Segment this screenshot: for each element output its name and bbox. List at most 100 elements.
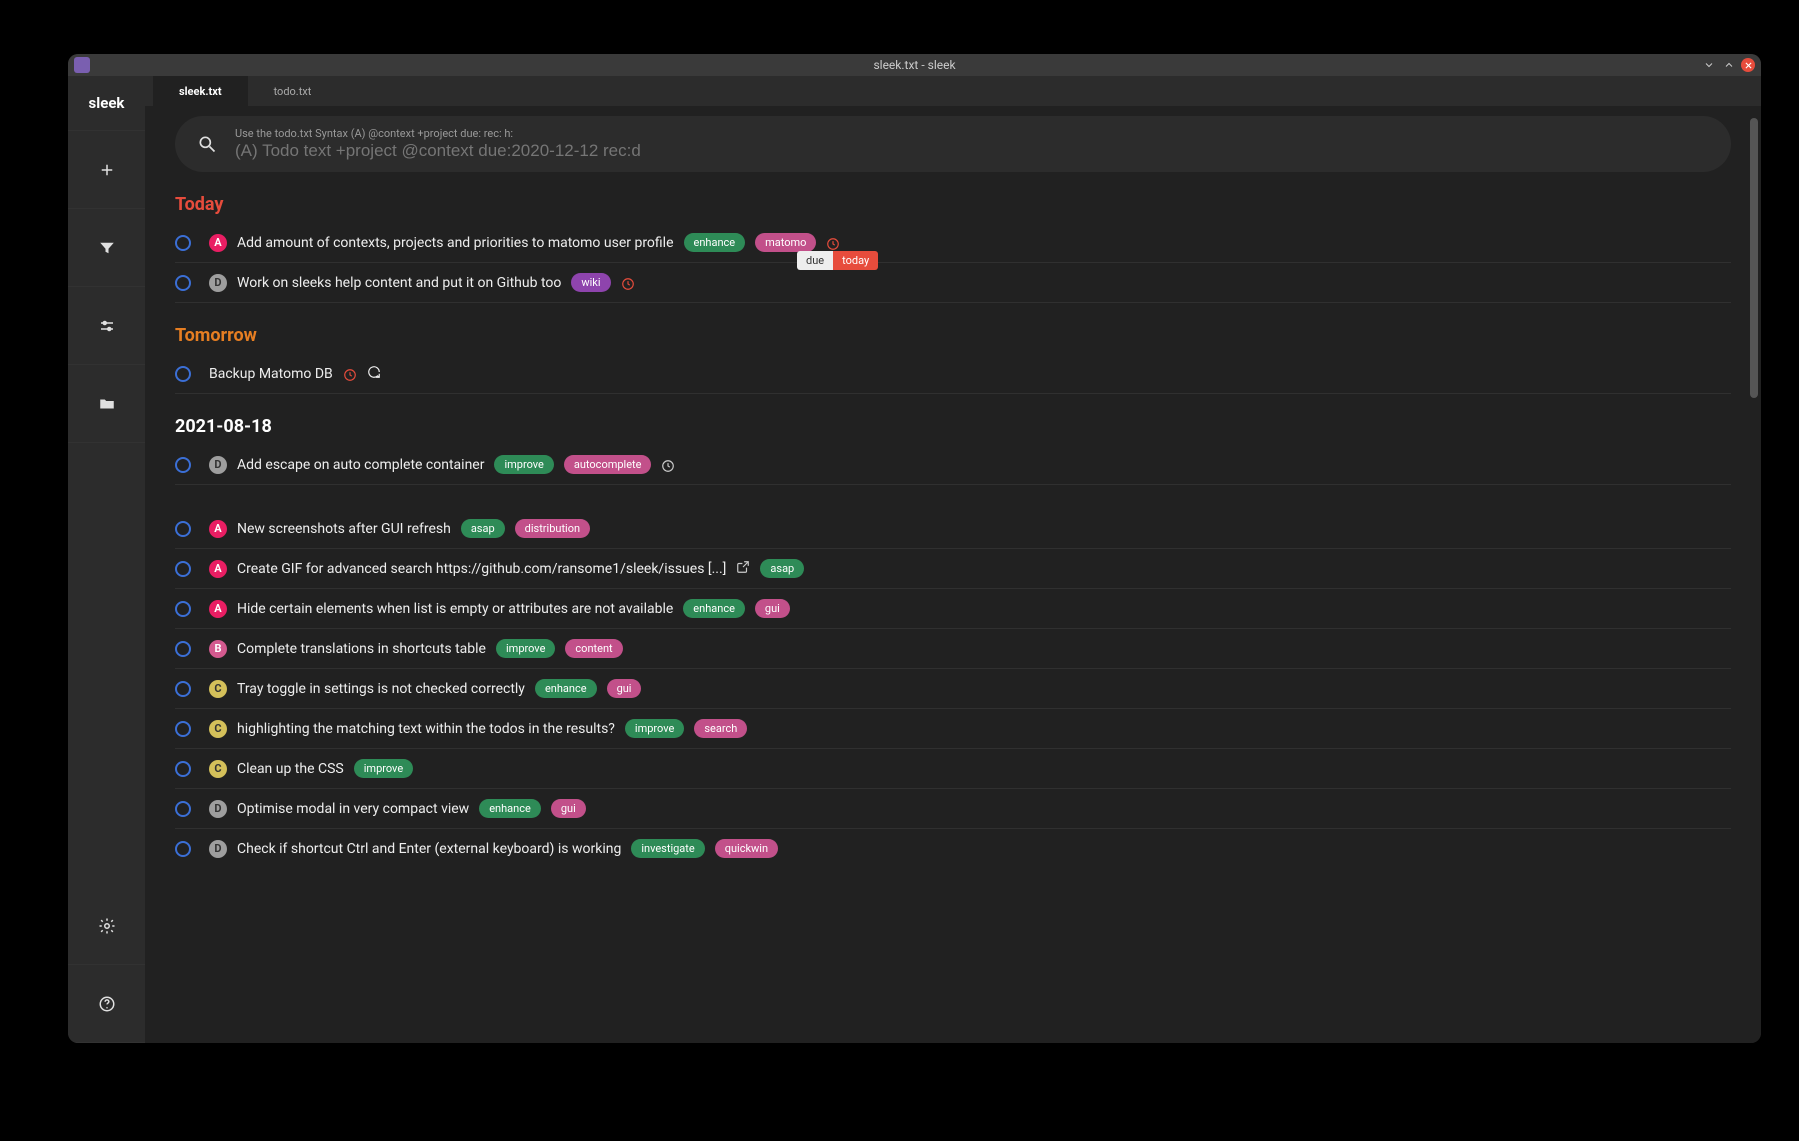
todo-row[interactable]: A Hide certain elements when list is emp… [175,589,1731,629]
tag[interactable]: distribution [515,519,590,538]
tag[interactable]: matomo [755,233,816,252]
tag[interactable]: improve [496,639,555,658]
tag[interactable]: quickwin [715,839,778,858]
todo-row[interactable]: D Check if shortcut Ctrl and Enter (exte… [175,829,1731,868]
tag[interactable]: asap [760,559,804,578]
priority-badge: A [209,520,227,538]
due-tooltip-label: due [797,251,833,270]
todo-row[interactable]: A Create GIF for advanced search https:/… [175,549,1731,589]
due-icon [343,367,357,381]
todo-checkbox[interactable] [175,457,191,473]
tag[interactable]: investigate [631,839,704,858]
todo-checkbox[interactable] [175,801,191,817]
maximize-button[interactable] [1721,57,1737,73]
help-icon [98,995,116,1013]
scrollbar[interactable] [1750,118,1758,1040]
app-logo: sleek [68,76,145,131]
section-tomorrow: Tomorrow [175,325,1731,346]
todo-row[interactable]: D Optimise modal in very compact view en… [175,789,1731,829]
folder-icon [98,395,116,413]
search-input[interactable] [235,141,1035,161]
priority-badge: B [209,640,227,658]
settings-button[interactable] [68,887,145,965]
main-panel: sleek.txt todo.txt Use the todo.txt Synt… [145,76,1761,1043]
search-bar[interactable]: Use the todo.txt Syntax (A) @context +pr… [175,116,1731,172]
todo-text: Clean up the CSS [237,761,344,777]
todo-text: Hide certain elements when list is empty… [237,601,673,617]
plus-icon [98,161,116,179]
tag[interactable]: improve [625,719,684,738]
todo-text: Add escape on auto complete container [237,457,484,473]
tag[interactable]: wiki [571,273,610,292]
tag[interactable]: content [565,639,622,658]
tag[interactable]: gui [607,679,642,698]
todo-text: Complete translations in shortcuts table [237,641,486,657]
todo-text: highlighting the matching text within th… [237,721,615,737]
todo-text: Add amount of contexts, projects and pri… [237,235,674,251]
todo-text: Check if shortcut Ctrl and Enter (extern… [237,841,621,857]
minimize-button[interactable] [1701,57,1717,73]
external-link-icon[interactable] [736,559,750,578]
tag[interactable]: autocomplete [564,455,652,474]
view-button[interactable] [68,287,145,365]
todo-checkbox[interactable] [175,521,191,537]
todo-checkbox[interactable] [175,721,191,737]
todo-text: Tray toggle in settings is not checked c… [237,681,525,697]
tag[interactable]: gui [551,799,586,818]
priority-badge: A [209,600,227,618]
filter-button[interactable] [68,209,145,287]
recurrence-icon [367,364,381,383]
todo-text: Backup Matomo DB [209,366,333,382]
due-icon [826,236,840,250]
todo-row[interactable]: Backup Matomo DB [175,354,1731,394]
todo-checkbox[interactable] [175,681,191,697]
sidebar: sleek [68,76,145,1043]
todo-checkbox[interactable] [175,275,191,291]
priority-badge: D [209,800,227,818]
tag[interactable]: asap [461,519,505,538]
due-icon [621,276,635,290]
tag[interactable]: improve [354,759,413,778]
todo-row[interactable]: C Tray toggle in settings is not checked… [175,669,1731,709]
todo-row[interactable]: C Clean up the CSS improve [175,749,1731,789]
filter-icon [98,239,116,257]
todo-checkbox[interactable] [175,601,191,617]
close-button[interactable] [1741,58,1755,72]
todo-row[interactable]: C highlighting the matching text within … [175,709,1731,749]
todo-row[interactable]: D Add escape on auto complete container … [175,445,1731,485]
add-todo-button[interactable] [68,131,145,209]
todo-row[interactable]: A New screenshots after GUI refresh asap… [175,509,1731,549]
priority-badge: C [209,680,227,698]
todo-checkbox[interactable] [175,366,191,382]
tag[interactable]: improve [494,455,553,474]
scrollbar-thumb[interactable] [1750,118,1758,398]
tag[interactable]: enhance [683,599,745,618]
help-button[interactable] [68,965,145,1043]
priority-badge: D [209,456,227,474]
todo-text: Create GIF for advanced search https://g… [237,561,726,577]
priority-badge: D [209,274,227,292]
todo-row[interactable]: A Add amount of contexts, projects and p… [175,223,1731,263]
todo-checkbox[interactable] [175,641,191,657]
tag[interactable]: enhance [535,679,597,698]
search-hint: Use the todo.txt Syntax (A) @context +pr… [235,127,1035,140]
todo-row[interactable]: B Complete translations in shortcuts tab… [175,629,1731,669]
todo-checkbox[interactable] [175,561,191,577]
todo-checkbox[interactable] [175,761,191,777]
todo-checkbox[interactable] [175,841,191,857]
tab-sleek-txt[interactable]: sleek.txt [153,76,248,106]
todo-checkbox[interactable] [175,235,191,251]
priority-badge: A [209,234,227,252]
section-today: Today [175,194,1731,215]
todo-text: New screenshots after GUI refresh [237,521,451,537]
tag[interactable]: enhance [684,233,746,252]
tag[interactable]: gui [755,599,790,618]
todo-row[interactable]: due today D Work on sleeks help content … [175,263,1731,303]
tag[interactable]: search [694,719,747,738]
tab-bar: sleek.txt todo.txt [145,76,1761,106]
priority-badge: C [209,720,227,738]
priority-badge: D [209,840,227,858]
tag[interactable]: enhance [479,799,541,818]
files-button[interactable] [68,365,145,443]
tab-todo-txt[interactable]: todo.txt [248,76,338,106]
